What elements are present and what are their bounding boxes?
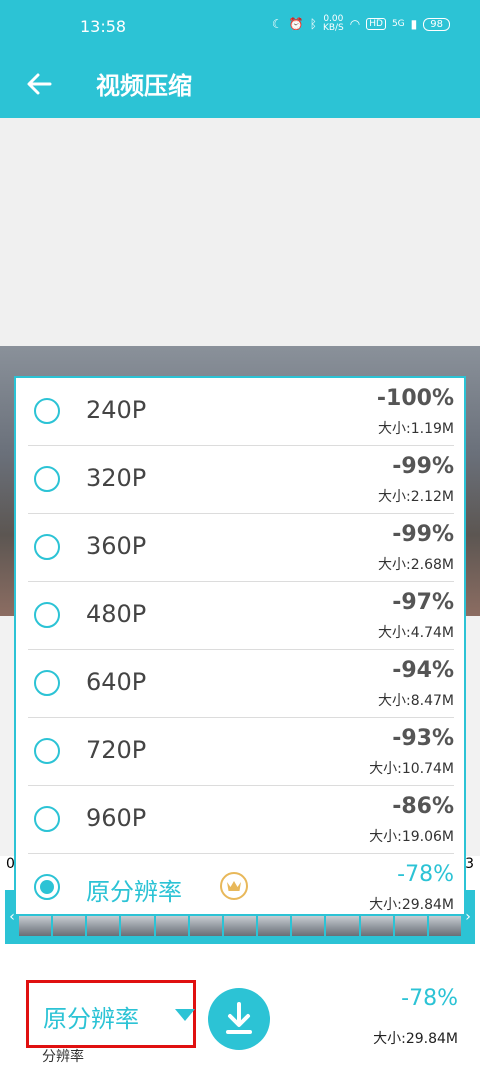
option-percent: -78% (397, 862, 454, 887)
bluetooth-icon: ᛒ (309, 17, 317, 31)
option-percent: -94% (392, 658, 454, 683)
option-label: 240P (86, 396, 147, 424)
moon-icon: ☾ (272, 17, 283, 31)
option-240p[interactable]: 240P -100% 大小:1.19M (28, 378, 454, 446)
timeline-end: 3 (465, 856, 474, 872)
network-speed: 0.00 KB/S (322, 14, 344, 33)
option-size: 大小:29.84M (369, 897, 454, 913)
resolution-selector-label: 原分辨率 (43, 1005, 139, 1033)
resolution-selector[interactable]: 原分辨率 (26, 980, 196, 1048)
back-button[interactable] (24, 64, 64, 104)
option-480p[interactable]: 480P -97% 大小:4.74M (28, 582, 454, 650)
radio-button[interactable] (34, 398, 60, 424)
status-time: 13:58 (80, 17, 127, 36)
radio-button[interactable] (34, 670, 60, 696)
option-percent: -99% (392, 522, 454, 547)
option-size: 大小:2.12M (378, 489, 454, 505)
option-size: 大小:10.74M (369, 761, 454, 777)
option-percent: -86% (392, 794, 454, 819)
compression-percent: -78% (401, 986, 458, 1011)
option-960p[interactable]: 960P -86% 大小:19.06M (28, 786, 454, 854)
option-label: 320P (86, 464, 147, 492)
radio-button[interactable] (34, 466, 60, 492)
output-size: 大小:29.84M (373, 1031, 458, 1047)
signal-icon: ▮ (410, 17, 418, 31)
signal-5g-label: 5G (391, 19, 405, 29)
option-size: 大小:2.68M (378, 557, 454, 573)
download-button[interactable] (208, 988, 270, 1050)
alarm-icon: ⏰ (288, 17, 304, 31)
page-title: 视频压缩 (96, 72, 192, 100)
download-icon (226, 1002, 252, 1034)
app-bar: 视频压缩 (0, 52, 480, 118)
option-label: 原分辨率 (86, 878, 182, 906)
option-label: 720P (86, 736, 147, 764)
radio-button[interactable] (34, 534, 60, 560)
option-percent: -99% (392, 454, 454, 479)
hd-badge: HD (366, 18, 386, 30)
option-original-resolution[interactable]: 原分辨率 -78% 大小:29.84M (28, 854, 454, 922)
crown-icon (220, 872, 248, 900)
wifi-icon: ◠ (349, 17, 361, 31)
option-size: 大小:4.74M (378, 625, 454, 641)
resolution-caption: 分辨率 (42, 1049, 84, 1065)
radio-button[interactable] (34, 806, 60, 832)
status-icons: ☾ ⏰ ᛒ 0.00 KB/S ◠ HD 5G ▮ 98 (272, 15, 450, 33)
option-label: 640P (86, 668, 147, 696)
option-size: 大小:8.47M (378, 693, 454, 709)
option-320p[interactable]: 320P -99% 大小:2.12M (28, 446, 454, 514)
option-size: 大小:1.19M (378, 421, 454, 437)
option-label: 960P (86, 804, 147, 832)
status-bar: 13:58 ☾ ⏰ ᛒ 0.00 KB/S ◠ HD 5G ▮ 98 (0, 0, 480, 52)
option-percent: -100% (376, 386, 454, 411)
battery-indicator: 98 (423, 17, 450, 31)
option-size: 大小:19.06M (369, 829, 454, 845)
radio-button[interactable] (34, 738, 60, 764)
radio-button[interactable] (34, 602, 60, 628)
radio-button-selected[interactable] (34, 874, 60, 900)
back-arrow-icon (27, 73, 52, 95)
option-percent: -97% (392, 590, 454, 615)
option-640p[interactable]: 640P -94% 大小:8.47M (28, 650, 454, 718)
option-360p[interactable]: 360P -99% 大小:2.68M (28, 514, 454, 582)
option-label: 360P (86, 532, 147, 560)
option-percent: -93% (392, 726, 454, 751)
resolution-dropdown: 240P -100% 大小:1.19M 320P -99% 大小:2.12M 3… (14, 376, 466, 916)
preview-background (0, 118, 480, 346)
option-label: 480P (86, 600, 147, 628)
dropdown-triangle-icon (175, 1009, 195, 1021)
option-720p[interactable]: 720P -93% 大小:10.74M (28, 718, 454, 786)
